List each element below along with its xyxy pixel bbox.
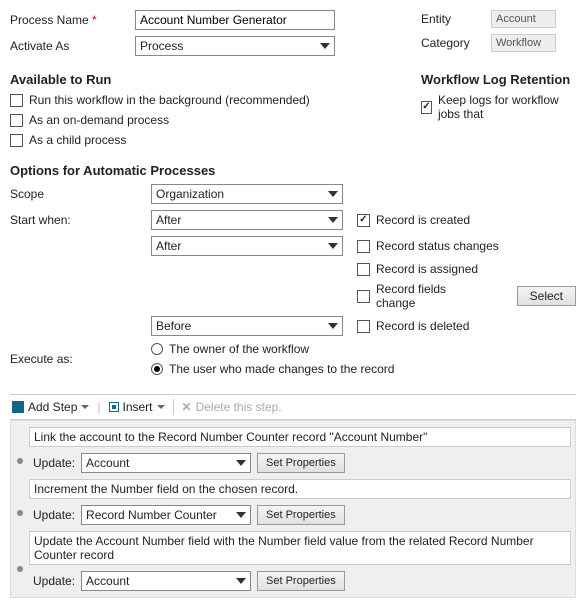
radio-icon	[151, 343, 163, 355]
opt-record-deleted[interactable]: Record is deleted	[357, 319, 576, 333]
opt-status-changes[interactable]: Record status changes	[357, 239, 576, 253]
start-when-after1-select[interactable]: After	[151, 210, 343, 230]
delete-step-button[interactable]: ✕ Delete this step.	[182, 400, 282, 414]
activate-as-select[interactable]: Process	[135, 36, 335, 56]
log-retention-heading: Workflow Log Retention	[421, 72, 576, 87]
chevron-down-icon	[236, 512, 246, 518]
chevron-down-icon	[157, 405, 165, 409]
category-field: Workflow	[491, 34, 556, 52]
step-description-input[interactable]: Increment the Number field on the chosen…	[29, 479, 571, 499]
exec-user-radio[interactable]: The user who made changes to the record	[151, 362, 576, 376]
step-target-select[interactable]: Account	[81, 453, 251, 473]
opt-on-demand[interactable]: As an on-demand process	[10, 113, 421, 127]
chevron-down-icon	[320, 43, 330, 49]
insert-button[interactable]: Insert	[109, 400, 165, 414]
select-button[interactable]: Select	[517, 286, 576, 306]
auto-opts-heading: Options for Automatic Processes	[10, 163, 576, 178]
step-bullet-icon	[17, 510, 23, 516]
chevron-down-icon	[328, 217, 338, 223]
checkbox-icon	[357, 263, 370, 276]
checkbox-icon	[357, 320, 370, 333]
checkbox-checked-icon	[421, 101, 432, 114]
checkbox-icon	[357, 240, 370, 253]
insert-icon	[109, 402, 119, 412]
start-when-label: Start when:	[10, 213, 145, 227]
radio-checked-icon	[151, 363, 163, 375]
chevron-down-icon	[328, 191, 338, 197]
opt-keep-logs[interactable]: Keep logs for workflow jobs that	[421, 93, 576, 121]
steps-panel: Link the account to the Record Number Co…	[10, 420, 576, 598]
step-target-select[interactable]: Account	[81, 571, 251, 591]
chevron-down-icon	[236, 460, 246, 466]
opt-record-assigned[interactable]: Record is assigned	[357, 262, 576, 276]
add-step-button[interactable]: Add Step	[12, 400, 89, 414]
process-name-label: Process Name *	[10, 13, 135, 27]
step-bullet-icon	[17, 458, 23, 464]
activate-as-label: Activate As	[10, 39, 135, 53]
delete-icon: ✕	[182, 400, 192, 414]
opt-background[interactable]: Run this workflow in the background (rec…	[10, 93, 421, 107]
step-action-label: Update:	[33, 574, 75, 588]
scope-select[interactable]: Organization	[151, 184, 343, 204]
step-description-input[interactable]: Link the account to the Record Number Co…	[29, 427, 571, 447]
set-properties-button[interactable]: Set Properties	[257, 505, 345, 525]
checkbox-icon	[10, 114, 23, 127]
opt-record-created[interactable]: Record is created	[357, 213, 576, 227]
opt-child-process[interactable]: As a child process	[10, 133, 421, 147]
set-properties-button[interactable]: Set Properties	[257, 453, 345, 473]
exec-owner-radio[interactable]: The owner of the workflow	[151, 342, 576, 356]
step-target-select[interactable]: Record Number Counter	[81, 505, 251, 525]
add-step-icon	[12, 401, 24, 413]
entity-label: Entity	[421, 12, 481, 26]
process-name-input[interactable]	[135, 10, 335, 30]
start-when-before-select[interactable]: Before	[151, 316, 343, 336]
checkbox-icon	[10, 94, 23, 107]
available-heading: Available to Run	[10, 72, 421, 87]
set-properties-button[interactable]: Set Properties	[257, 571, 345, 591]
chevron-down-icon	[328, 243, 338, 249]
checkbox-icon	[357, 290, 370, 303]
step-bullet-icon	[17, 566, 23, 572]
category-label: Category	[421, 36, 481, 50]
scope-label: Scope	[10, 187, 145, 201]
checkbox-checked-icon	[357, 214, 370, 227]
opt-fields-change-row: Record fields change Select	[357, 282, 576, 310]
checkbox-icon	[10, 134, 23, 147]
step-description-input[interactable]: Update the Account Number field with the…	[29, 531, 571, 565]
step-action-label: Update:	[33, 508, 75, 522]
step-toolbar: Add Step | Insert ✕ Delete this step.	[10, 394, 576, 420]
chevron-down-icon	[328, 323, 338, 329]
opt-fields-change[interactable]: Record fields change	[357, 282, 489, 310]
step-action-label: Update:	[33, 456, 75, 470]
chevron-down-icon	[236, 578, 246, 584]
execute-as-label: Execute as:	[10, 352, 145, 366]
entity-field: Account	[491, 10, 556, 28]
chevron-down-icon	[81, 405, 89, 409]
start-when-after2-select[interactable]: After	[151, 236, 343, 256]
